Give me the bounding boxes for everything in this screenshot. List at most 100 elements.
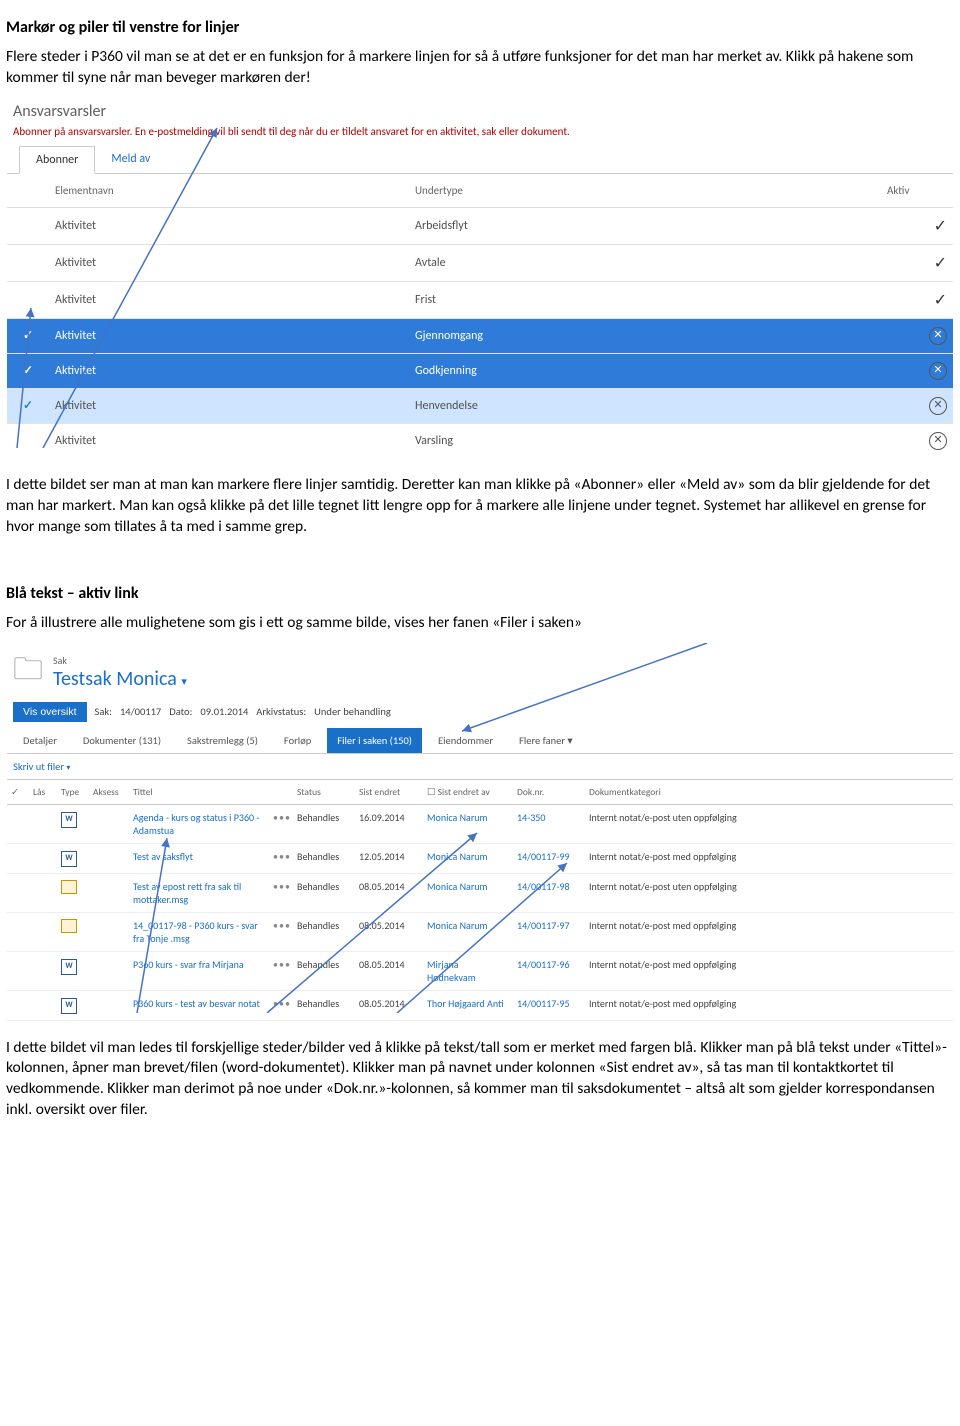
col-header xyxy=(269,779,293,804)
cell-status: Behandles xyxy=(293,873,355,912)
cell-date: 08.05.2014 xyxy=(355,990,423,1020)
more-icon[interactable]: ••• xyxy=(273,811,291,824)
tab-sakstremlegg-[interactable]: Sakstremlegg (5) xyxy=(177,728,268,753)
tab-dokumenter-[interactable]: Dokumenter (131) xyxy=(73,728,171,753)
heading-2: Blå tekst – aktiv link xyxy=(6,584,954,603)
table-row[interactable]: AktivitetAvtale✓ xyxy=(7,244,953,281)
cell-elementnavn: Aktivitet xyxy=(49,388,409,423)
doknr-link[interactable]: 14/00117-96 xyxy=(517,958,570,971)
select-all-check[interactable]: ✓ xyxy=(11,786,19,798)
table-row[interactable]: ✓AktivitetGjennomgang✕ xyxy=(7,318,953,353)
table-row[interactable]: ✓AktivitetGodkjenning✕ xyxy=(7,353,953,388)
tick-icon: ✓ xyxy=(934,217,947,236)
file-title-link[interactable]: Test av epost rett fra sak til mottaker.… xyxy=(133,880,241,906)
file-title-link[interactable]: Agenda - kurs og status i P360 - Adamstu… xyxy=(133,811,259,837)
file-title-link[interactable]: 14_00117-98 - P360 kurs - svar fra Tonje… xyxy=(133,919,258,945)
cell-date: 16.09.2014 xyxy=(355,804,423,843)
word-icon: W xyxy=(61,812,77,828)
changed-by-link[interactable]: Monica Narum xyxy=(427,880,488,893)
cell-date: 08.05.2014 xyxy=(355,873,423,912)
file-title-link[interactable]: P360 kurs - test av besvar notat xyxy=(133,997,260,1010)
doknr-link[interactable]: 14-350 xyxy=(517,811,545,824)
changed-by-link[interactable]: Mirjana Hodnekvam xyxy=(427,958,476,984)
cell-undertype: Godkjenning xyxy=(409,353,881,388)
col-undertype: Undertype xyxy=(409,174,881,208)
cell-category: Internt notat/e-post uten oppfølging xyxy=(585,873,953,912)
cell-category: Internt notat/e-post med oppfølging xyxy=(585,912,953,951)
dato-value: 09.01.2014 xyxy=(200,705,248,718)
cell-status: Behandles xyxy=(293,843,355,873)
col-header: Dok.nr. xyxy=(513,779,585,804)
cell-undertype: Henvendelse xyxy=(409,388,881,423)
tab-detaljer[interactable]: Detaljer xyxy=(13,728,67,753)
table-row[interactable]: WTest av saksflyt•••Behandles12.05.2014M… xyxy=(7,843,953,873)
file-title-link[interactable]: Test av saksflyt xyxy=(133,850,193,863)
table-row[interactable]: AktivitetArbeidsflyt✓ xyxy=(7,207,953,244)
cell-category: Internt notat/e-post med oppfølging xyxy=(585,843,953,873)
vis-oversikt-button[interactable]: Vis oversikt xyxy=(13,702,87,722)
remove-icon[interactable]: ✕ xyxy=(929,432,947,450)
table-row[interactable]: ✓AktivitetHenvendelse✕ xyxy=(7,388,953,423)
cell-status: Behandles xyxy=(293,912,355,951)
tick-icon: ✓ xyxy=(934,254,947,273)
col-elementnavn: Elementnavn xyxy=(49,174,409,208)
changed-by-link[interactable]: Monica Narum xyxy=(427,811,488,824)
panel-description: Abonner på ansvarsvarsler. En e-postmeld… xyxy=(7,121,953,146)
col-header: Aksess xyxy=(89,779,129,804)
cell-date: 08.05.2014 xyxy=(355,951,423,990)
table-row[interactable]: WP360 kurs - svar fra Mirjana•••Behandle… xyxy=(7,951,953,990)
table-row[interactable]: AktivitetVarsling✕ xyxy=(7,423,953,458)
tab-flere-faner[interactable]: Flere faner ▾ xyxy=(509,728,583,753)
more-icon[interactable]: ••• xyxy=(273,958,291,971)
file-title-link[interactable]: P360 kurs - svar fra Mirjana xyxy=(133,958,244,971)
cell-date: 08.05.2014 xyxy=(355,912,423,951)
tab-eiendommer[interactable]: Eiendommer xyxy=(428,728,503,753)
table-row[interactable]: AktivitetFrist✓ xyxy=(7,281,953,318)
tab-filer-i-saken-[interactable]: Filer i saken (150) xyxy=(327,728,422,753)
mail-icon xyxy=(61,919,77,933)
tab-forl-p[interactable]: Forløp xyxy=(274,728,321,753)
table-row[interactable]: Test av epost rett fra sak til mottaker.… xyxy=(7,873,953,912)
tick-icon: ✓ xyxy=(934,291,947,310)
skriv-ut-filer-link[interactable]: Skriv ut filer ▾ xyxy=(7,754,953,779)
table-row[interactable]: WP360 kurs - test av besvar notat•••Beha… xyxy=(7,990,953,1020)
doknr-link[interactable]: 14/00117-99 xyxy=(517,850,570,863)
table-row[interactable]: 14_00117-98 - P360 kurs - svar fra Tonje… xyxy=(7,912,953,951)
paragraph-2: I dette bildet ser man at man kan marker… xyxy=(6,475,954,538)
checkbox-icon[interactable]: ☐ xyxy=(427,786,436,798)
col-header: Sist endret xyxy=(355,779,423,804)
cell-status: Behandles xyxy=(293,804,355,843)
remove-icon[interactable]: ✕ xyxy=(929,397,947,415)
case-title[interactable]: Testsak Monica ▾ xyxy=(53,667,187,691)
tab-abonner[interactable]: Abonner xyxy=(19,146,95,174)
more-icon[interactable]: ••• xyxy=(273,997,291,1010)
cell-category: Internt notat/e-post med oppfølging xyxy=(585,951,953,990)
cell-date: 12.05.2014 xyxy=(355,843,423,873)
more-icon[interactable]: ••• xyxy=(273,919,291,932)
col-aktiv: Aktiv xyxy=(881,174,953,208)
cell-status: Behandles xyxy=(293,951,355,990)
doknr-link[interactable]: 14/00117-98 xyxy=(517,880,570,893)
sak-label: Sak: xyxy=(95,705,112,718)
cell-category: Internt notat/e-post med oppfølging xyxy=(585,990,953,1020)
changed-by-link[interactable]: Monica Narum xyxy=(427,919,488,932)
doknr-link[interactable]: 14/00117-97 xyxy=(517,919,570,932)
cell-elementnavn: Aktivitet xyxy=(49,244,409,281)
changed-by-link[interactable]: Thor Højgaard Anti xyxy=(427,997,504,1010)
cell-elementnavn: Aktivitet xyxy=(49,318,409,353)
more-icon[interactable]: ••• xyxy=(273,850,291,863)
cell-elementnavn: Aktivitet xyxy=(49,423,409,458)
col-header: ✓ xyxy=(7,779,29,804)
col-header: ☐ Sist endret av xyxy=(423,779,513,804)
more-icon[interactable]: ••• xyxy=(273,880,291,893)
table-row[interactable]: W Agenda - kurs og status i P360 - Adamst… xyxy=(7,804,953,843)
cell-undertype: Gjennomgang xyxy=(409,318,881,353)
arkivstatus-label: Arkivstatus: xyxy=(256,705,306,718)
remove-icon[interactable]: ✕ xyxy=(929,362,947,380)
cell-status: Behandles xyxy=(293,990,355,1020)
changed-by-link[interactable]: Monica Narum xyxy=(427,850,488,863)
screenshot-ansvarsvarsler: Ansvarsvarsler Abonner på ansvarsvarsler… xyxy=(6,97,954,459)
tab-meld-av[interactable]: Meld av xyxy=(95,146,166,173)
doknr-link[interactable]: 14/00117-95 xyxy=(517,997,570,1010)
remove-icon[interactable]: ✕ xyxy=(929,327,947,345)
